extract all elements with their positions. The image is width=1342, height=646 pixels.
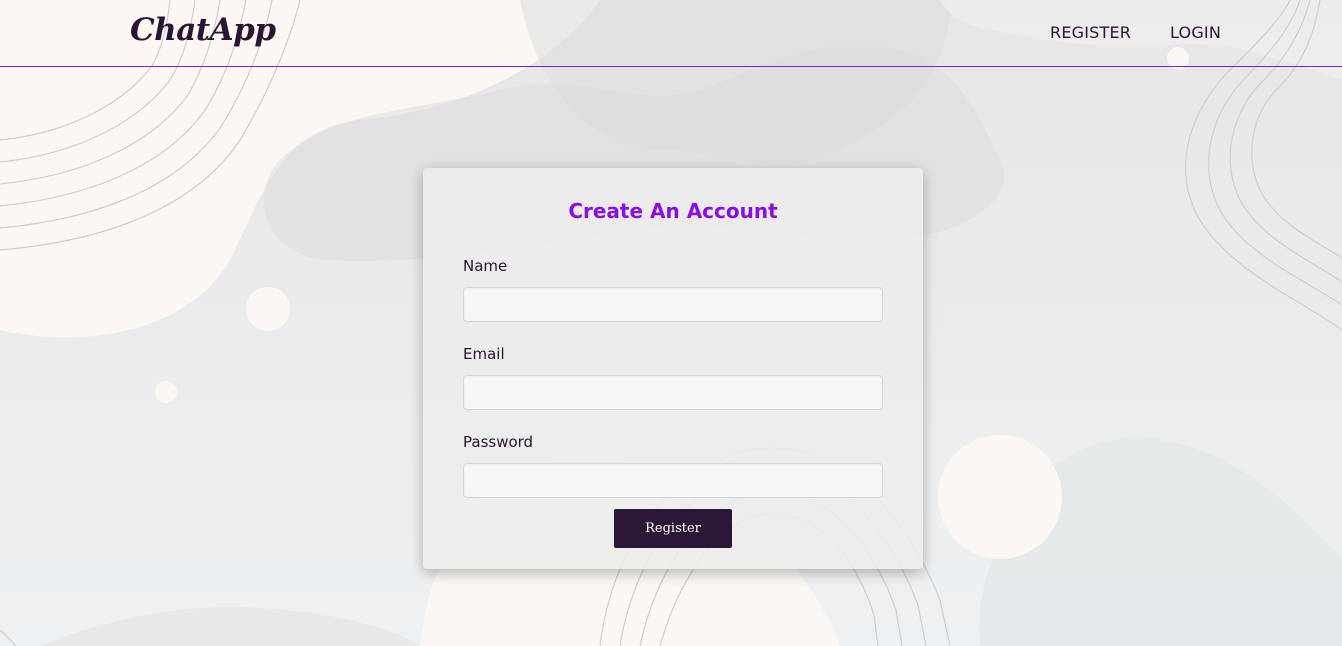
name-input[interactable] [463,287,883,322]
top-navbar: ChatApp REGISTER LOGIN [0,0,1342,67]
register-button[interactable]: Register [614,509,732,548]
nav-register-link[interactable]: REGISTER [1050,23,1131,42]
email-label: Email [463,345,505,363]
register-card: Create An Account Name Email Password Re… [423,168,923,569]
email-input[interactable] [463,375,883,410]
password-label: Password [463,433,534,451]
password-input[interactable] [463,463,883,498]
form-title: Create An Account [568,199,778,223]
nav-login-link[interactable]: LOGIN [1170,23,1221,42]
name-label: Name [463,257,508,275]
brand-logo[interactable]: ChatApp [130,12,276,48]
